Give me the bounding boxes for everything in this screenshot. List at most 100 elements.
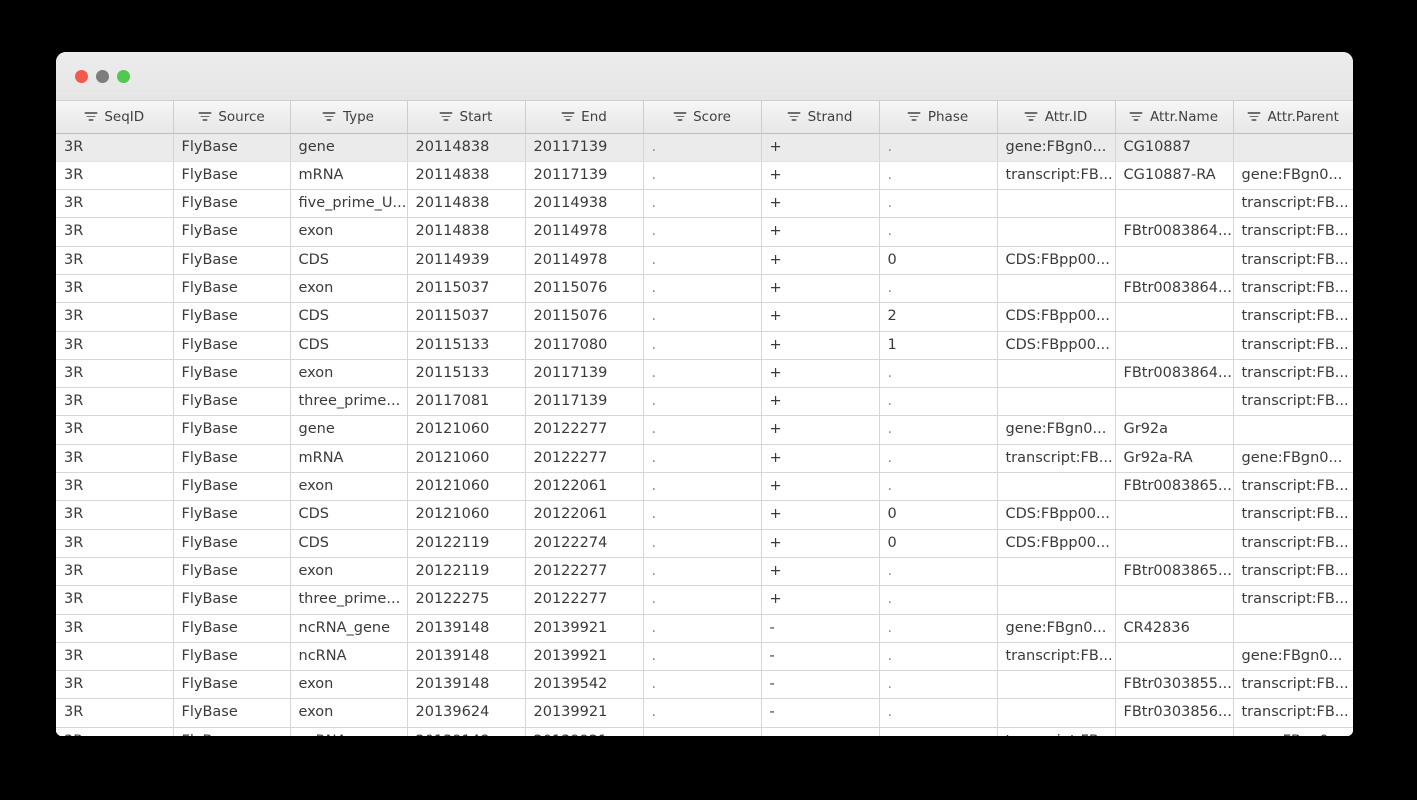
cell-type[interactable]: three_prime...	[290, 387, 408, 417]
cell-strand[interactable]: +	[761, 189, 880, 219]
cell-score[interactable]: .	[643, 133, 762, 162]
cell-attr_parent[interactable]: gene:FBgn0...	[1233, 727, 1353, 736]
cell-start[interactable]: 20121060	[407, 444, 526, 474]
cell-attr_parent[interactable]: transcript:FB...	[1233, 472, 1353, 502]
cell-source[interactable]: FlyBase	[173, 727, 291, 736]
table-row[interactable]: 3R FlyBase three_prime... 20122275 20122277.…	[56, 585, 1353, 615]
cell-attr_name[interactable]	[1115, 331, 1234, 360]
cell-attr_name[interactable]	[1115, 246, 1234, 275]
cell-strand[interactable]: +	[761, 444, 880, 474]
cell-attr_name[interactable]	[1115, 727, 1234, 736]
cell-attr_id[interactable]: CDS:FBpp00...	[997, 246, 1116, 275]
cell-source[interactable]: FlyBase	[173, 698, 291, 728]
cell-attr_name[interactable]: CR42836	[1115, 614, 1234, 643]
cell-phase[interactable]: 0	[879, 246, 998, 275]
cell-source[interactable]: FlyBase	[173, 161, 291, 191]
cell-seqid[interactable]: 3R	[56, 359, 174, 389]
cell-type[interactable]: ncRNA_gene	[290, 614, 408, 643]
cell-score[interactable]: .	[643, 642, 762, 672]
cell-phase[interactable]: .	[879, 274, 998, 304]
cell-type[interactable]: mRNA	[290, 444, 408, 474]
cell-strand[interactable]: -	[761, 614, 880, 643]
cell-strand[interactable]: +	[761, 500, 880, 530]
cell-attr_id[interactable]	[997, 359, 1116, 389]
cell-type[interactable]: CDS	[290, 246, 408, 275]
cell-seqid[interactable]: 3R	[56, 415, 174, 445]
cell-score[interactable]: .	[643, 500, 762, 530]
cell-end[interactable]: 20122061	[525, 472, 644, 502]
cell-score[interactable]: .	[643, 189, 762, 219]
cell-phase[interactable]: .	[879, 415, 998, 445]
cell-attr_parent[interactable]: transcript:FB...	[1233, 359, 1353, 389]
cell-attr_parent[interactable]: transcript:FB...	[1233, 387, 1353, 417]
cell-source[interactable]: FlyBase	[173, 500, 291, 530]
cell-seqid[interactable]: 3R	[56, 727, 174, 736]
cell-score[interactable]: .	[643, 161, 762, 191]
table-row[interactable]: 3R FlyBase three_prime... 20117081 20117139.…	[56, 387, 1353, 417]
cell-attr_name[interactable]: FBtr0083865...	[1115, 472, 1234, 502]
cell-score[interactable]: .	[643, 727, 762, 736]
cell-attr_name[interactable]: Gr92a-RA	[1115, 444, 1234, 474]
cell-attr_parent[interactable]: transcript:FB...	[1233, 189, 1353, 219]
cell-type[interactable]: five_prime_U...	[290, 189, 408, 219]
cell-score[interactable]: .	[643, 331, 762, 360]
column-header-phase[interactable]: Phase	[879, 101, 998, 134]
cell-attr_parent[interactable]: gene:FBgn0...	[1233, 642, 1353, 672]
cell-type[interactable]: gene	[290, 415, 408, 445]
filter-icon[interactable]	[84, 112, 98, 121]
cell-phase[interactable]: .	[879, 642, 998, 672]
cell-phase[interactable]: .	[879, 670, 998, 700]
table-row[interactable]: 3R FlyBase exon 20121060 20122061. +. FBtr0083…	[56, 472, 1353, 502]
filter-icon[interactable]	[561, 112, 575, 121]
cell-end[interactable]: 20117080	[525, 331, 644, 360]
cell-end[interactable]: 20117139	[525, 161, 644, 191]
table-row[interactable]: 3R FlyBase mRNA 20121060 20122277. +. transcri…	[56, 444, 1353, 474]
table-row[interactable]: 3R FlyBase five_prime_U... 20114838 20114938…	[56, 189, 1353, 219]
table-row[interactable]: 3RFlyBasencRNA2013914820139921.-.transcr…	[56, 727, 1353, 736]
cell-strand[interactable]: +	[761, 331, 880, 360]
cell-score[interactable]: .	[643, 302, 762, 332]
table-row[interactable]: 3RFlyBasencRNA2013914820139921.-.transcr…	[56, 642, 1353, 672]
cell-score[interactable]: .	[643, 444, 762, 474]
cell-start[interactable]: 20139148	[407, 670, 526, 700]
cell-phase[interactable]: .	[879, 585, 998, 615]
table-row[interactable]: 3R FlyBase CDS 20122119 20122274. +0 CDS:FBpp0…	[56, 529, 1353, 558]
cell-start[interactable]: 20114838	[407, 161, 526, 191]
cell-source[interactable]: FlyBase	[173, 302, 291, 332]
filter-icon[interactable]	[322, 112, 336, 121]
cell-phase[interactable]: .	[879, 359, 998, 389]
cell-attr_parent[interactable]: transcript:FB...	[1233, 698, 1353, 728]
cell-end[interactable]: 20139921	[525, 698, 644, 728]
cell-attr_name[interactable]	[1115, 529, 1234, 558]
cell-phase[interactable]: 2	[879, 302, 998, 332]
cell-score[interactable]: .	[643, 698, 762, 728]
cell-attr_name[interactable]: FBtr0303855...	[1115, 670, 1234, 700]
cell-seqid[interactable]: 3R	[56, 274, 174, 304]
cell-seqid[interactable]: 3R	[56, 444, 174, 474]
cell-phase[interactable]: .	[879, 444, 998, 474]
cell-phase[interactable]: .	[879, 727, 998, 736]
cell-attr_id[interactable]	[997, 217, 1116, 247]
table-row[interactable]: 3R FlyBase exon 20139624 20139921. -. FBtr0303…	[56, 698, 1353, 728]
table-row[interactable]: 3R FlyBase CDS 20121060 20122061. +0 CDS:FBpp0…	[56, 500, 1353, 530]
cell-attr_id[interactable]: transcript:FB...	[997, 444, 1116, 474]
cell-start[interactable]: 20117081	[407, 387, 526, 417]
cell-attr_name[interactable]: FBtr0083864...	[1115, 274, 1234, 304]
cell-attr_parent[interactable]	[1233, 614, 1353, 643]
column-header-start[interactable]: Start	[407, 101, 526, 134]
cell-attr_parent[interactable]: gene:FBgn0...	[1233, 161, 1353, 191]
cell-attr_parent[interactable]: transcript:FB...	[1233, 302, 1353, 332]
cell-score[interactable]: .	[643, 246, 762, 275]
cell-attr_name[interactable]	[1115, 189, 1234, 219]
cell-seqid[interactable]: 3R	[56, 585, 174, 615]
window-titlebar[interactable]	[56, 52, 1353, 101]
cell-phase[interactable]: 1	[879, 331, 998, 360]
cell-type[interactable]: exon	[290, 698, 408, 728]
cell-source[interactable]: FlyBase	[173, 133, 291, 162]
cell-score[interactable]: .	[643, 585, 762, 615]
cell-source[interactable]: FlyBase	[173, 246, 291, 275]
cell-attr_id[interactable]	[997, 387, 1116, 417]
cell-start[interactable]: 20121060	[407, 472, 526, 502]
table-row[interactable]: 3R FlyBase CDS 20115133 20117080. +1 CDS:FBpp0…	[56, 331, 1353, 360]
cell-source[interactable]: FlyBase	[173, 387, 291, 417]
